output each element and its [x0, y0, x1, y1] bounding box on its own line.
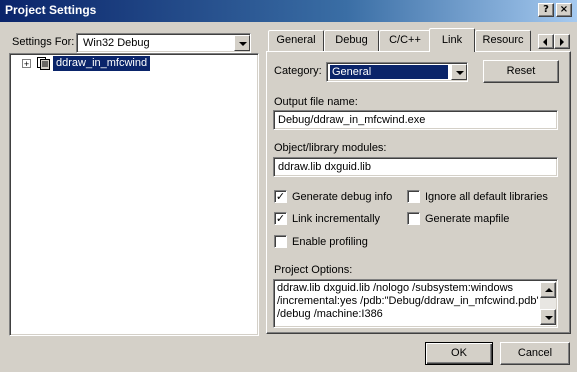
cancel-button[interactable]: Cancel	[500, 342, 570, 365]
project-tree[interactable]: + ddraw_in_mfcwind	[9, 53, 259, 336]
tab-scroll-right-button[interactable]	[554, 34, 570, 49]
checkbox-box[interactable]	[407, 190, 420, 203]
checkbox-link-incrementally[interactable]: ✓ Link incrementally	[274, 212, 404, 227]
project-options-text: ddraw.lib dxguid.lib /nologo /subsystem:…	[277, 282, 539, 321]
help-button[interactable]: ?	[538, 3, 554, 17]
chevron-down-icon	[239, 42, 247, 46]
modules-label: Object/library modules:	[274, 142, 387, 154]
chevron-down-icon	[456, 71, 464, 75]
checkbox-label: Generate mapfile	[425, 213, 510, 225]
checkbox-box[interactable]	[407, 212, 420, 225]
close-button[interactable]: ×	[556, 3, 572, 17]
tab-debug[interactable]: Debug	[324, 30, 379, 51]
tab-resource[interactable]: Resourc	[475, 30, 531, 51]
output-file-label: Output file name:	[274, 96, 358, 108]
settings-for-dropdown[interactable]: Win32 Debug	[76, 33, 251, 53]
tab-cpp[interactable]: C/C++	[379, 30, 431, 51]
tree-item-project[interactable]: ddraw_in_mfcwind	[53, 56, 151, 71]
tab-link[interactable]: Link	[429, 28, 475, 52]
checkbox-label: Ignore all default libraries	[425, 191, 548, 203]
settings-for-value: Win32 Debug	[83, 37, 150, 49]
arrow-up-icon	[545, 288, 553, 292]
modules-value: ddraw.lib dxguid.lib	[278, 161, 371, 173]
window-title: Project Settings	[5, 3, 97, 17]
settings-for-label: Settings For:	[12, 36, 75, 48]
arrow-down-icon	[545, 316, 553, 320]
expand-toggle-icon[interactable]: +	[22, 59, 31, 69]
checkbox-generate-mapfile[interactable]: Generate mapfile	[407, 212, 557, 227]
project-icon	[37, 57, 51, 70]
output-file-input[interactable]: Debug/ddraw_in_mfcwind.exe	[273, 110, 558, 130]
project-options-line: ddraw.lib dxguid.lib /nologo /subsystem:…	[277, 282, 514, 294]
checkbox-ignore-default-libraries[interactable]: Ignore all default libraries	[407, 190, 557, 205]
check-icon: ✓	[275, 190, 286, 203]
category-label: Category:	[274, 65, 322, 77]
reset-button[interactable]: Reset	[483, 60, 559, 83]
tab-general[interactable]: General	[268, 30, 324, 51]
modules-input[interactable]: ddraw.lib dxguid.lib	[273, 157, 558, 177]
scroll-down-button[interactable]	[540, 309, 556, 325]
checkbox-label: Generate debug info	[292, 191, 393, 203]
category-dropdown[interactable]: General	[326, 62, 468, 82]
project-options-label: Project Options:	[274, 264, 353, 276]
checkbox-box[interactable]	[274, 235, 287, 248]
title-bar[interactable]: Project Settings ? ×	[0, 0, 577, 22]
checkbox-label: Link incrementally	[292, 213, 381, 225]
project-options-textarea[interactable]: ddraw.lib dxguid.lib /nologo /subsystem:…	[273, 279, 558, 328]
project-options-line: /debug /machine:I386	[277, 308, 383, 320]
arrow-left-icon	[543, 38, 547, 46]
checkbox-label: Enable profiling	[292, 236, 368, 248]
ok-button[interactable]: OK	[425, 342, 493, 365]
checkbox-generate-debug-info[interactable]: ✓ Generate debug info	[274, 190, 404, 205]
vertical-scrollbar[interactable]	[540, 282, 556, 325]
dropdown-arrow-button[interactable]	[234, 35, 250, 51]
tab-scroll-left-button[interactable]	[538, 34, 554, 49]
checkbox-box[interactable]: ✓	[274, 212, 287, 225]
checkbox-box[interactable]: ✓	[274, 190, 287, 203]
checkbox-enable-profiling[interactable]: Enable profiling	[274, 235, 404, 250]
scroll-up-button[interactable]	[540, 282, 556, 298]
dropdown-arrow-button[interactable]	[451, 64, 467, 80]
category-value: General	[329, 64, 449, 80]
project-options-line: /incremental:yes /pdb:"Debug/ddraw_in_mf…	[277, 295, 539, 307]
output-file-value: Debug/ddraw_in_mfcwind.exe	[278, 114, 426, 126]
arrow-right-icon	[560, 38, 564, 46]
check-icon: ✓	[275, 212, 286, 225]
